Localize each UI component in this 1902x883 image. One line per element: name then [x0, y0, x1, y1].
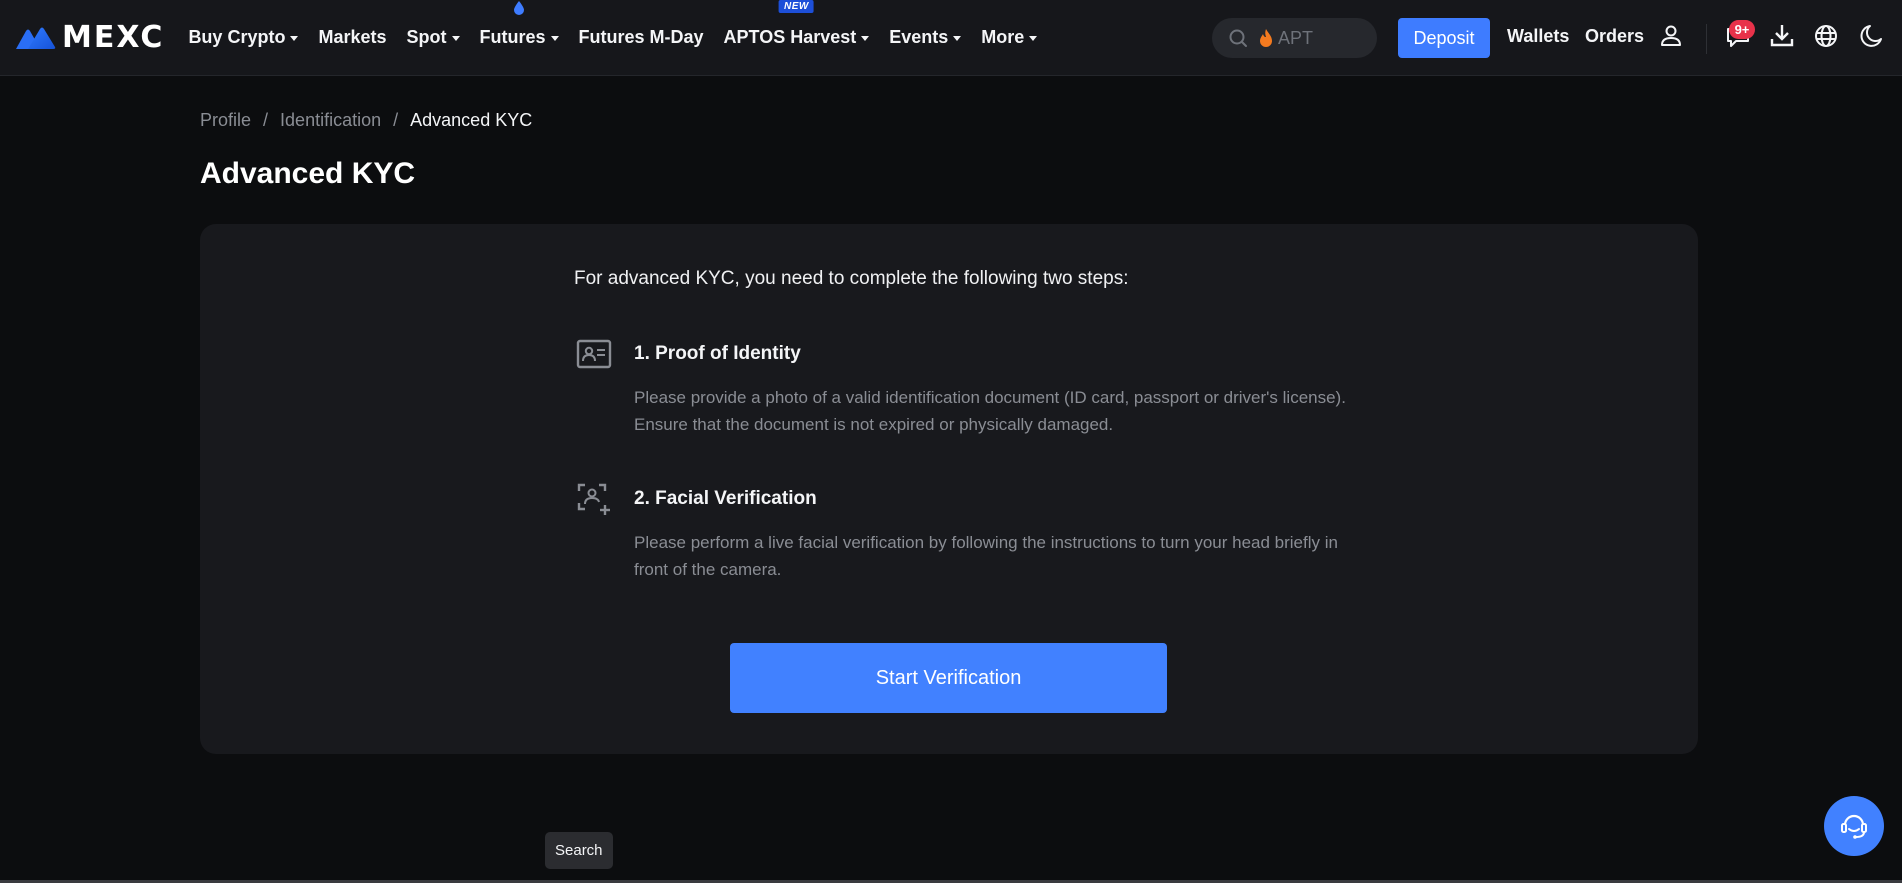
- start-verification-button[interactable]: Start Verification: [730, 643, 1167, 713]
- moon-icon[interactable]: [1857, 22, 1885, 50]
- step-title-facial-verification: 2. Facial Verification: [634, 488, 817, 509]
- header-divider: [1706, 24, 1707, 54]
- brand-name: MEXC: [62, 20, 165, 55]
- customer-support-button[interactable]: [1824, 796, 1884, 856]
- breadcrumb-profile[interactable]: Profile: [200, 110, 251, 131]
- nav-more[interactable]: More: [981, 27, 1038, 48]
- breadcrumb-current: Advanced KYC: [410, 110, 533, 130]
- search-icon: [1229, 29, 1247, 47]
- search-input[interactable]: APT: [1212, 18, 1377, 58]
- orders-link[interactable]: Orders: [1585, 26, 1644, 47]
- step-description-facial-verification: Please perform a live facial verificatio…: [634, 533, 1338, 579]
- headset-icon: [1841, 814, 1867, 839]
- breadcrumb-separator: /: [393, 110, 399, 130]
- flame-icon: [1260, 29, 1272, 47]
- breadcrumb: Profile / Identification / Advanced KYC: [200, 110, 532, 131]
- id-card-icon: [576, 339, 612, 369]
- nav-label: Events: [889, 27, 949, 47]
- nav-futures[interactable]: Futures: [479, 1, 559, 48]
- nav-label: Futures M-Day: [578, 27, 704, 47]
- breadcrumb-separator: /: [263, 110, 269, 130]
- nav-label: Markets: [318, 27, 387, 47]
- face-scan-icon: [577, 483, 610, 515]
- caret-down-icon: [1029, 36, 1038, 41]
- globe-icon[interactable]: [1812, 22, 1840, 50]
- wallets-link[interactable]: Wallets: [1507, 26, 1569, 47]
- step-title-proof-of-identity: 1. Proof of Identity: [634, 343, 801, 364]
- caret-down-icon: [550, 36, 559, 41]
- nav-label: Spot: [406, 27, 447, 47]
- top-navbar: MEXC Buy Crypto Markets Spot Futures Fut…: [0, 0, 1902, 76]
- deposit-button[interactable]: Deposit: [1398, 18, 1490, 58]
- caret-down-icon: [290, 36, 299, 41]
- nav-label: APTOS Harvest: [723, 27, 857, 47]
- search-placeholder: APT: [1278, 27, 1314, 48]
- new-badge: NEW: [778, 0, 814, 13]
- main-nav: Buy Crypto Markets Spot Futures Futures …: [188, 0, 1057, 76]
- nav-futures-m-day[interactable]: Futures M-Day: [579, 27, 704, 48]
- intro-text: For advanced KYC, you need to complete t…: [574, 268, 1129, 289]
- droplet-icon: [514, 1, 524, 15]
- breadcrumb-identification[interactable]: Identification: [280, 110, 381, 131]
- nav-label: Futures: [479, 27, 546, 47]
- nav-markets[interactable]: Markets: [318, 27, 386, 48]
- nav-label: More: [981, 27, 1025, 47]
- page-title: Advanced KYC: [200, 157, 416, 190]
- nav-buy-crypto[interactable]: Buy Crypto: [188, 27, 299, 48]
- mexc-logo-icon: [16, 27, 56, 49]
- notification-badge: 9+: [1729, 20, 1755, 39]
- nav-spot[interactable]: Spot: [407, 27, 460, 48]
- caret-down-icon: [861, 36, 870, 41]
- mexc-logo[interactable]: MEXC: [14, 18, 164, 58]
- download-icon[interactable]: [1768, 22, 1796, 50]
- user-icon[interactable]: [1657, 22, 1685, 50]
- nav-events[interactable]: Events: [889, 27, 962, 48]
- caret-down-icon: [451, 36, 460, 41]
- step-description-proof-of-identity: Please provide a photo of a valid identi…: [634, 388, 1346, 434]
- search-tooltip: Search: [545, 832, 613, 869]
- caret-down-icon: [953, 36, 962, 41]
- nav-label: Buy Crypto: [188, 27, 286, 47]
- nav-aptos-harvest[interactable]: NEW APTOS Harvest: [723, 0, 870, 48]
